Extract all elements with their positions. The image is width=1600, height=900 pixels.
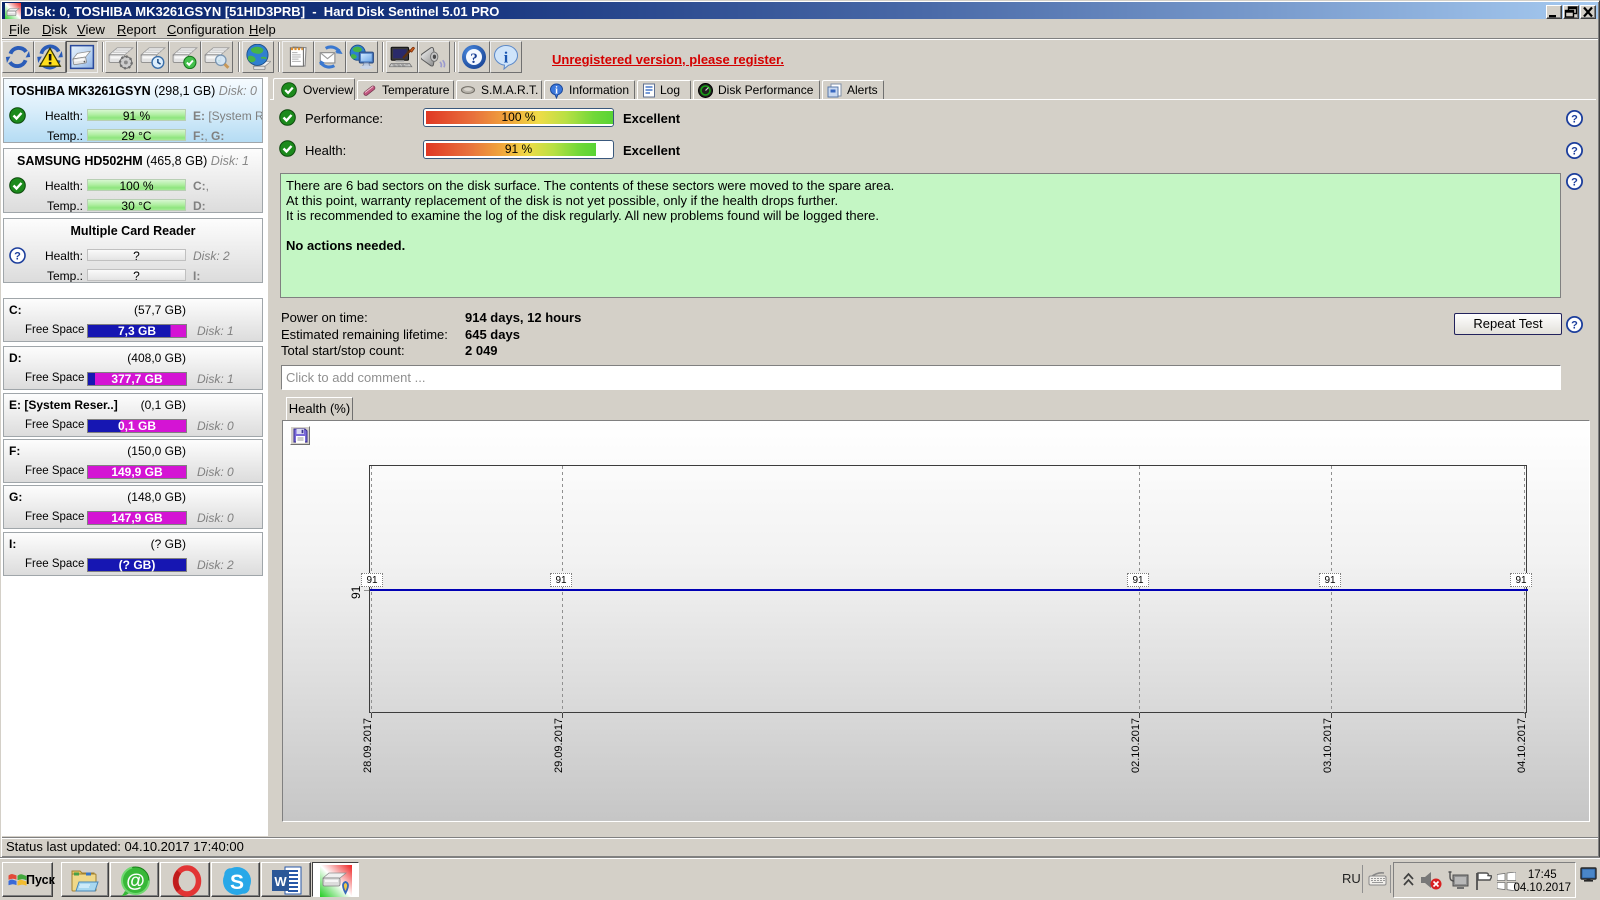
svg-text:?: ? (1571, 177, 1578, 189)
svg-text:W: W (274, 874, 287, 889)
svg-text:S: S (230, 871, 244, 894)
svg-text:?: ? (1571, 320, 1578, 332)
svg-text:@: @ (126, 871, 145, 892)
svg-text:?: ? (470, 51, 478, 67)
svg-text:i: i (555, 86, 558, 97)
svg-text:i: i (504, 50, 509, 67)
svg-text:?: ? (1571, 146, 1578, 158)
svg-text:?: ? (1571, 114, 1578, 126)
